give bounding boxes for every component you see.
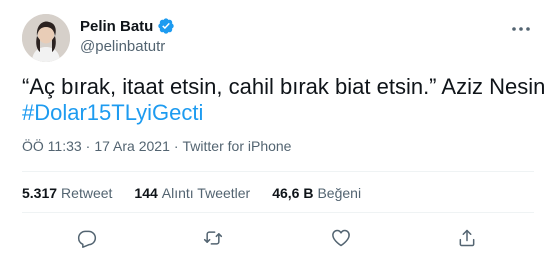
like-button[interactable] — [330, 227, 352, 249]
tweet-metadata: ÖÖ 11:33 · 17 Ara 2021 · Twitter for iPh… — [22, 138, 291, 154]
quote-tweets-count: 144 — [134, 185, 158, 201]
author-name-row: Pelin Batu — [80, 17, 175, 35]
comment-icon — [77, 230, 97, 248]
tweet-card: Pelin Batu @pelinbatutr “Aç bırak, itaat… — [0, 0, 551, 258]
likes-link[interactable]: 46,6 B Beğeni — [272, 185, 361, 201]
avatar-photo — [22, 14, 70, 62]
tweet-hashtag-link[interactable]: #Dolar15TLyiGecti — [22, 99, 203, 126]
retweet-label: Retweet — [61, 185, 113, 201]
more-options-icon[interactable] — [510, 18, 532, 40]
retweet-button[interactable] — [202, 227, 224, 249]
author-handle[interactable]: @pelinbatutr — [80, 38, 165, 55]
tweet-date[interactable]: 17 Ara 2021 — [94, 138, 170, 154]
heart-icon — [332, 229, 350, 247]
action-bar — [0, 227, 551, 251]
share-button[interactable] — [456, 227, 478, 249]
retweet-count-link[interactable]: 5.317 Retweet — [22, 185, 112, 201]
verified-badge-icon — [157, 17, 175, 35]
reply-button[interactable] — [76, 227, 98, 249]
tweet-text: “Aç bırak, itaat etsin, cahil bırak biat… — [22, 74, 546, 99]
retweet-icon — [203, 231, 223, 245]
likes-count: 46,6 B — [272, 185, 314, 201]
quote-tweets-link[interactable]: 144 Alıntı Tweetler — [134, 185, 250, 201]
author-display-name[interactable]: Pelin Batu — [80, 18, 153, 35]
retweet-count: 5.317 — [22, 185, 58, 201]
quote-tweets-label: Alıntı Tweetler — [161, 185, 251, 201]
meta-separator: · — [173, 138, 179, 154]
meta-separator: · — [85, 138, 91, 154]
tweet-source[interactable]: Twitter for iPhone — [183, 138, 292, 154]
likes-label: Beğeni — [317, 185, 362, 201]
divider — [22, 212, 534, 213]
engagement-stats: 5.317 Retweet 144 Alıntı Tweetler 46,6 B… — [22, 185, 383, 201]
divider — [22, 171, 534, 172]
avatar[interactable] — [22, 14, 70, 62]
share-icon — [459, 229, 475, 247]
tweet-time[interactable]: ÖÖ 11:33 — [22, 138, 82, 154]
